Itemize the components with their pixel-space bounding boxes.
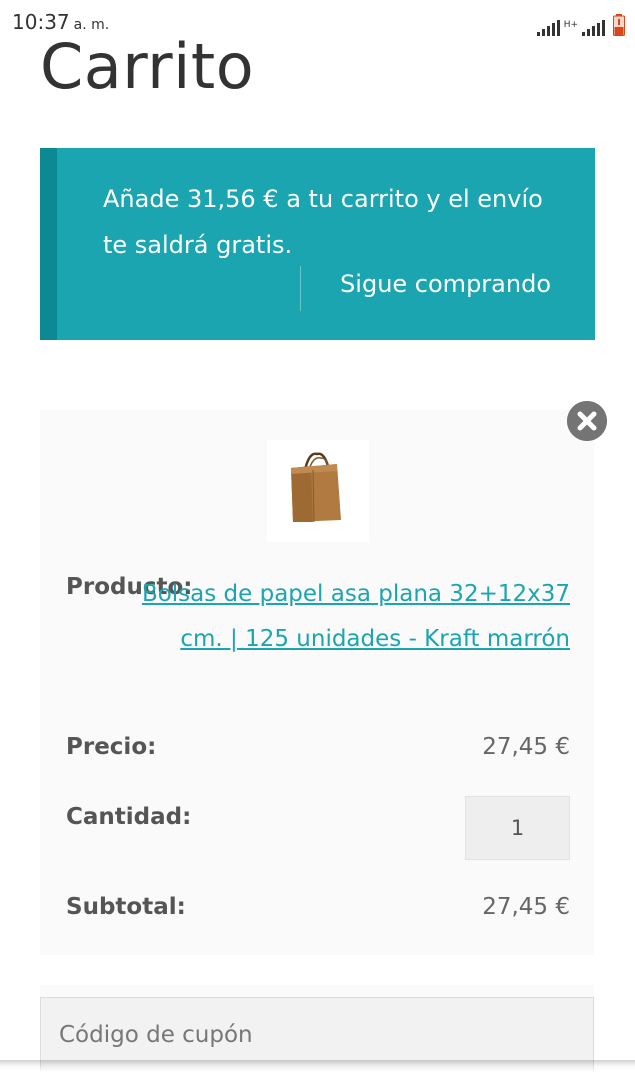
signal-icon [536, 20, 560, 36]
price-label: Precio: [66, 734, 157, 760]
cart-item: Producto: Bolsas de papel asa plana 32+1… [40, 401, 607, 955]
status-icons: H+ [536, 8, 625, 36]
bottom-edge-shadow [0, 1060, 635, 1080]
product-name-link[interactable]: Bolsas de papel asa plana 32+12x37 cm. |… [130, 572, 570, 662]
price-value: 27,45 € [482, 734, 570, 760]
signal-icon [582, 20, 605, 36]
banner-divider [300, 266, 301, 311]
close-circle-icon [567, 401, 607, 441]
product-thumbnail[interactable] [267, 440, 369, 542]
page-title: Carrito [40, 30, 255, 103]
remove-item-button[interactable] [567, 401, 607, 441]
subtotal-label: Subtotal: [66, 894, 186, 920]
subtotal-value: 27,45 € [482, 894, 570, 920]
network-type-label: H+ [563, 20, 578, 30]
quantity-label: Cantidad: [66, 804, 192, 830]
quantity-input[interactable] [465, 796, 570, 860]
free-shipping-message: Añade 31,56 € a tu carrito y el envío te… [103, 185, 543, 259]
free-shipping-notice: Añade 31,56 € a tu carrito y el envío te… [40, 148, 595, 340]
continue-shopping-link[interactable]: Sigue comprando [340, 270, 551, 298]
paper-bag-image [291, 452, 341, 523]
battery-icon [613, 14, 625, 36]
